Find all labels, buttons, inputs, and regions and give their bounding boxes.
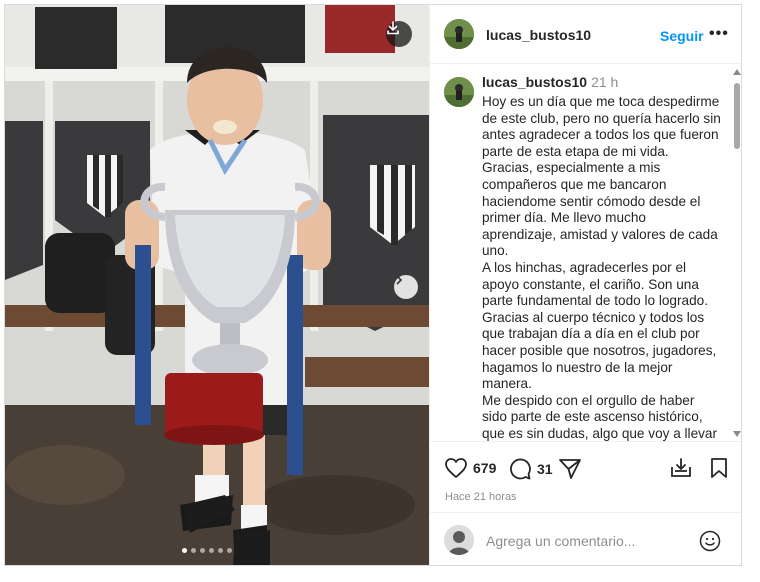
post-actions: 679 31 Hace 21 horas	[430, 441, 741, 512]
post-details-panel: lucas_bustos10 Seguir ••• lucas_bustos10…	[429, 5, 741, 565]
carousel-indicator	[182, 548, 232, 553]
chevron-right-icon	[396, 275, 403, 285]
carousel-dot	[227, 548, 232, 553]
carousel-dot	[209, 548, 214, 553]
bookmark-action[interactable]	[709, 457, 729, 479]
post-header: lucas_bustos10 Seguir •••	[430, 5, 741, 64]
carousel-dot	[200, 548, 205, 553]
caption-scrollbar[interactable]	[732, 69, 741, 439]
emoji-button[interactable]	[699, 530, 721, 557]
save-to-collection-action[interactable]	[670, 457, 692, 479]
likes-count[interactable]: 679	[473, 460, 496, 476]
post-time-ago[interactable]: Hace 21 horas	[445, 491, 517, 503]
share-icon[interactable]	[558, 458, 582, 480]
bookmark-icon[interactable]	[709, 457, 729, 479]
photo-download-button[interactable]	[386, 21, 412, 47]
carousel-dot	[218, 548, 223, 553]
post-dialog: lucas_bustos10 Seguir ••• lucas_bustos10…	[4, 4, 742, 566]
caption-username[interactable]: lucas_bustos10	[482, 74, 587, 90]
comments-count[interactable]: 31	[537, 461, 553, 477]
carousel-next-button[interactable]	[394, 275, 418, 299]
caption-header: lucas_bustos10 21 h	[482, 74, 618, 90]
comment-input[interactable]	[486, 531, 686, 551]
caption-area: lucas_bustos10 21 h Hoy es un día que me …	[430, 65, 741, 441]
avatar[interactable]	[444, 19, 474, 49]
scroll-down-arrow[interactable]	[733, 431, 741, 437]
post-photo[interactable]	[5, 5, 429, 565]
follow-button[interactable]: Seguir	[660, 28, 704, 44]
save-to-collection-icon[interactable]	[670, 457, 692, 479]
heart-icon[interactable]	[444, 457, 468, 479]
carousel-dot	[191, 548, 196, 553]
add-comment-row	[430, 512, 741, 565]
caption-avatar[interactable]	[444, 77, 474, 107]
scroll-thumb[interactable]	[734, 83, 740, 149]
more-options-icon[interactable]: •••	[709, 25, 729, 43]
comment-action[interactable]: 31	[508, 457, 553, 481]
caption-time: 21 h	[591, 74, 619, 90]
commenter-avatar	[444, 525, 474, 555]
avatar-image	[444, 19, 474, 49]
download-icon	[387, 21, 399, 35]
like-action[interactable]: 679	[444, 457, 496, 479]
emoji-icon[interactable]	[699, 530, 721, 552]
header-username[interactable]: lucas_bustos10	[486, 27, 591, 43]
commenter-avatar-image	[444, 525, 474, 555]
share-action[interactable]	[558, 458, 582, 480]
caption-text: Hoy es un día que me toca despedirme de …	[482, 94, 721, 441]
locker-room-scene	[5, 5, 429, 565]
comment-icon[interactable]	[508, 457, 532, 481]
scroll-up-arrow[interactable]	[733, 69, 741, 75]
carousel-dot	[182, 548, 187, 553]
avatar-image	[444, 77, 474, 107]
